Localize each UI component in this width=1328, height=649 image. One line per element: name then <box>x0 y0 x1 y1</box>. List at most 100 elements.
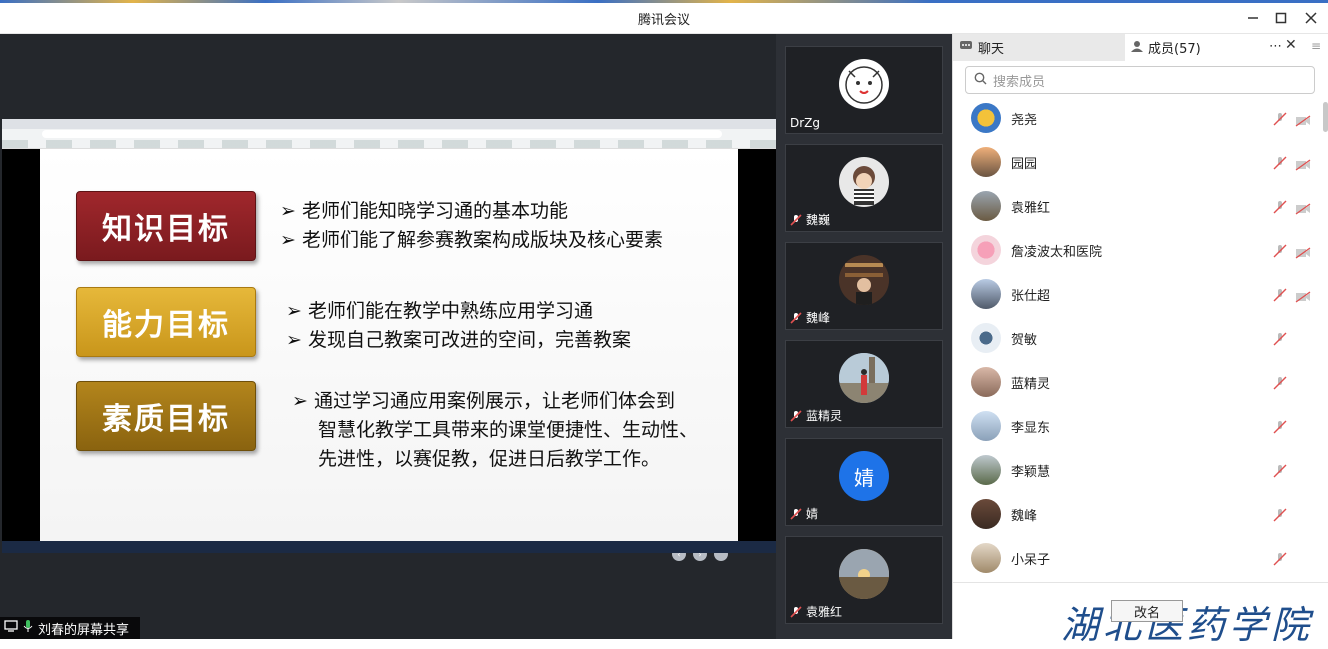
more-icon[interactable]: ⋯ <box>1269 39 1282 54</box>
video-tile[interactable]: 魏巍 <box>785 144 943 232</box>
camera-off-icon[interactable] <box>1295 156 1311 171</box>
screen-share-indicator[interactable]: 刘春的屏幕共享 <box>0 617 140 639</box>
share-label: 刘春的屏幕共享 <box>38 622 130 638</box>
mic-muted-icon[interactable] <box>1273 419 1287 434</box>
window-title: 腾讯会议 <box>637 13 690 28</box>
mic-muted-icon[interactable] <box>1273 551 1287 566</box>
screen-share-icon <box>4 620 18 636</box>
side-panel: 聊天 成员(57) ⋯ ✕ ≡ 搜索成员 尧尧 园园 袁雅红 詹凌波太和医院 张… <box>952 34 1328 647</box>
list-item[interactable]: 尧尧 <box>953 102 1313 140</box>
tab-chat[interactable]: 聊天 <box>953 34 1125 61</box>
member-list: 尧尧 园园 袁雅红 詹凌波太和医院 张仕超 贺敏 蓝精灵 李显东 李颖慧 魏峰 … <box>953 102 1328 582</box>
avatar <box>971 191 1001 221</box>
mic-icon <box>23 619 33 637</box>
mic-muted-icon[interactable] <box>1273 507 1287 522</box>
avatar <box>839 549 889 599</box>
tile-name: 蓝精灵 <box>806 409 843 423</box>
goal-badge-quality: 素质目标 <box>76 381 256 451</box>
member-name: 贺敏 <box>1011 332 1038 348</box>
tab-members-label: 成员(57) <box>1148 42 1201 57</box>
tile-name: DrZg <box>790 116 821 130</box>
slide-bullet: 先进性，以赛促教，促进日后教学工作。 <box>318 448 661 470</box>
search-placeholder: 搜索成员 <box>993 74 1046 90</box>
mic-muted-icon <box>790 311 802 324</box>
list-item[interactable]: 魏峰 <box>953 492 1313 536</box>
member-name: 袁雅红 <box>1011 200 1051 216</box>
mic-muted-icon[interactable] <box>1273 199 1287 214</box>
list-item[interactable]: 李颖慧 <box>953 448 1313 492</box>
camera-off-icon[interactable] <box>1295 112 1311 127</box>
list-item[interactable]: 园园 <box>953 140 1313 184</box>
member-name: 小呆子 <box>1011 552 1051 568</box>
avatar <box>971 235 1001 265</box>
avatar <box>971 367 1001 397</box>
mic-muted-icon[interactable] <box>1273 375 1287 390</box>
member-name: 詹凌波太和医院 <box>1011 244 1103 260</box>
slide-bullet: 智慧化教学工具带来的课堂便捷性、生动性、 <box>318 419 699 441</box>
avatar <box>971 455 1001 485</box>
list-item[interactable]: 蓝精灵 <box>953 360 1313 404</box>
logo-watermark: 湖北医药学院 <box>1061 603 1314 647</box>
video-tile[interactable]: DrZg <box>785 46 943 134</box>
slide-bullet: ➢ 老师们能了解参赛教案构成版块及核心要素 <box>280 229 663 251</box>
rename-button[interactable]: 改名 <box>1111 600 1183 622</box>
video-tile[interactable]: 魏峰 <box>785 242 943 330</box>
camera-off-icon[interactable] <box>1295 244 1311 259</box>
presentation-slide: 知识目标 能力目标 素质目标 ➢ 老师们能知晓学习通的基本功能 ➢ 老师们能了解… <box>40 149 738 561</box>
maximize-icon[interactable] <box>1270 8 1292 28</box>
chat-icon <box>959 40 973 56</box>
mic-muted-icon[interactable] <box>1273 155 1287 170</box>
avatar <box>971 279 1001 309</box>
shared-taskbar <box>2 541 776 553</box>
search-input[interactable]: 搜索成员 <box>965 66 1315 94</box>
title-bar: 腾讯会议 <box>0 0 1328 34</box>
avatar <box>971 543 1001 573</box>
avatar <box>839 59 889 109</box>
menu-icon[interactable]: ≡ <box>1311 39 1321 53</box>
list-item[interactable]: 小呆子 <box>953 536 1313 580</box>
list-item[interactable]: 贺敏 <box>953 316 1313 360</box>
camera-off-icon[interactable] <box>1295 200 1311 215</box>
mic-muted-icon[interactable] <box>1273 111 1287 126</box>
mic-muted-icon[interactable] <box>1273 463 1287 478</box>
member-name: 魏峰 <box>1011 508 1038 524</box>
mic-muted-icon[interactable] <box>1273 243 1287 258</box>
avatar <box>971 323 1001 353</box>
video-tile[interactable]: 袁雅红 <box>785 536 943 624</box>
member-name: 李显东 <box>1011 420 1051 436</box>
mic-muted-icon <box>790 507 802 520</box>
avatar <box>971 499 1001 529</box>
desktop-strip <box>0 0 1328 3</box>
list-item[interactable]: 李显东 <box>953 404 1313 448</box>
slide-bullet: ➢ 老师们能在教学中熟练应用学习通 <box>286 300 593 322</box>
video-tile[interactable]: 婧 婧 <box>785 438 943 526</box>
member-list-scrollbar[interactable] <box>1323 102 1328 132</box>
list-item[interactable]: 詹凌波太和医院 <box>953 228 1313 272</box>
avatar <box>971 103 1001 133</box>
mic-muted-icon <box>790 213 802 226</box>
video-tiles: DrZg 魏巍 魏峰 蓝精灵 婧 婧 袁雅红 <box>776 34 952 639</box>
slide-bullet: ➢ 老师们能知晓学习通的基本功能 <box>280 200 568 222</box>
tab-members[interactable]: 成员(57) <box>1125 34 1328 61</box>
mic-muted-icon[interactable] <box>1273 331 1287 346</box>
member-name: 李颖慧 <box>1011 464 1051 480</box>
member-name: 园园 <box>1011 156 1038 172</box>
mic-muted-icon[interactable] <box>1273 287 1287 302</box>
list-item[interactable]: 袁雅红 <box>953 184 1313 228</box>
member-name: 张仕超 <box>1011 288 1051 304</box>
tile-name: 袁雅红 <box>806 605 843 619</box>
avatar <box>839 157 889 207</box>
tab-chat-label: 聊天 <box>978 42 1005 57</box>
avatar <box>839 353 889 403</box>
minimize-icon[interactable] <box>1242 8 1264 28</box>
avatar <box>971 147 1001 177</box>
camera-off-icon[interactable] <box>1295 288 1311 303</box>
user-icon <box>1131 40 1143 56</box>
close-icon[interactable] <box>1300 8 1322 28</box>
video-tile[interactable]: 蓝精灵 <box>785 340 943 428</box>
shared-screen: 知识目标 能力目标 素质目标 ➢ 老师们能知晓学习通的基本功能 ➢ 老师们能了解… <box>2 119 776 561</box>
avatar <box>971 411 1001 441</box>
close-panel-icon[interactable]: ✕ <box>1285 37 1297 53</box>
tile-name: 魏巍 <box>806 213 831 227</box>
list-item[interactable]: 张仕超 <box>953 272 1313 316</box>
